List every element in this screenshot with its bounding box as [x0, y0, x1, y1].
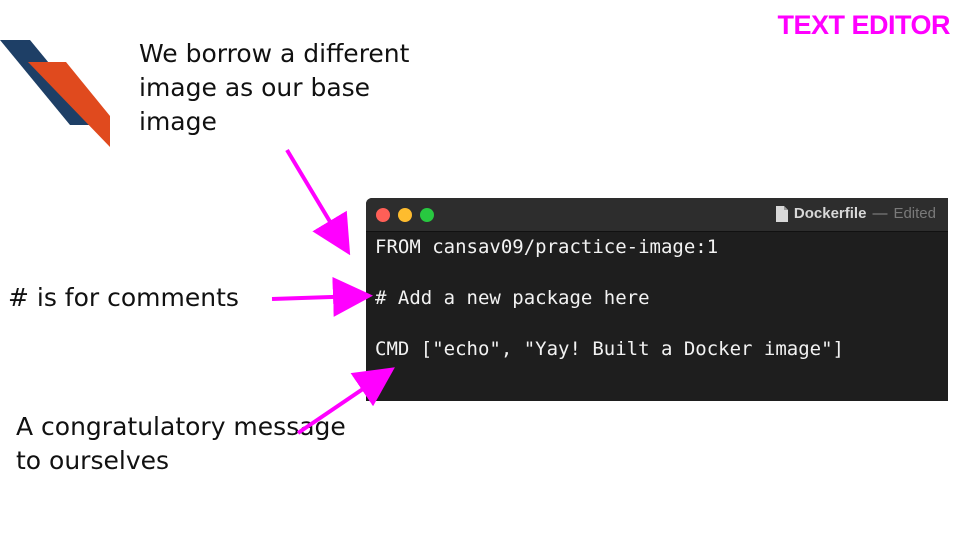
brand-logo: [0, 40, 110, 147]
document-status: Edited: [893, 205, 936, 222]
arrow-to-from-line: [285, 148, 351, 256]
document-icon: [775, 205, 788, 222]
zoom-window-button[interactable]: [420, 208, 434, 222]
annotation-base-image: We borrow a different image as our base …: [139, 39, 410, 136]
close-window-button[interactable]: [376, 208, 390, 222]
code-line-from[interactable]: FROM cansav09/practice-image:1: [375, 234, 948, 260]
title-separator: —: [872, 205, 888, 222]
code-line-comment[interactable]: # Add a new package here: [375, 285, 948, 311]
section-title: TEXT EDITOR: [777, 10, 950, 40]
minimize-window-button[interactable]: [398, 208, 412, 222]
code-area[interactable]: FROM cansav09/practice-image:1 # Add a n…: [366, 234, 948, 362]
code-line-cmd[interactable]: CMD ["echo", "Yay! Built a Docker image"…: [375, 336, 948, 362]
text-editor-window: Dockerfile — Edited FROM cansav09/practi…: [366, 198, 948, 401]
annotation-comments: # is for comments: [8, 283, 239, 312]
arrow-to-comment-line: [271, 276, 373, 317]
annotation-message: A congratulatory message to ourselves: [16, 412, 346, 475]
logo-stripe-orange: [28, 62, 110, 147]
document-title: Dockerfile — Edited: [775, 205, 936, 222]
window-titlebar[interactable]: Dockerfile — Edited: [366, 198, 948, 232]
document-filename: Dockerfile: [793, 205, 867, 222]
